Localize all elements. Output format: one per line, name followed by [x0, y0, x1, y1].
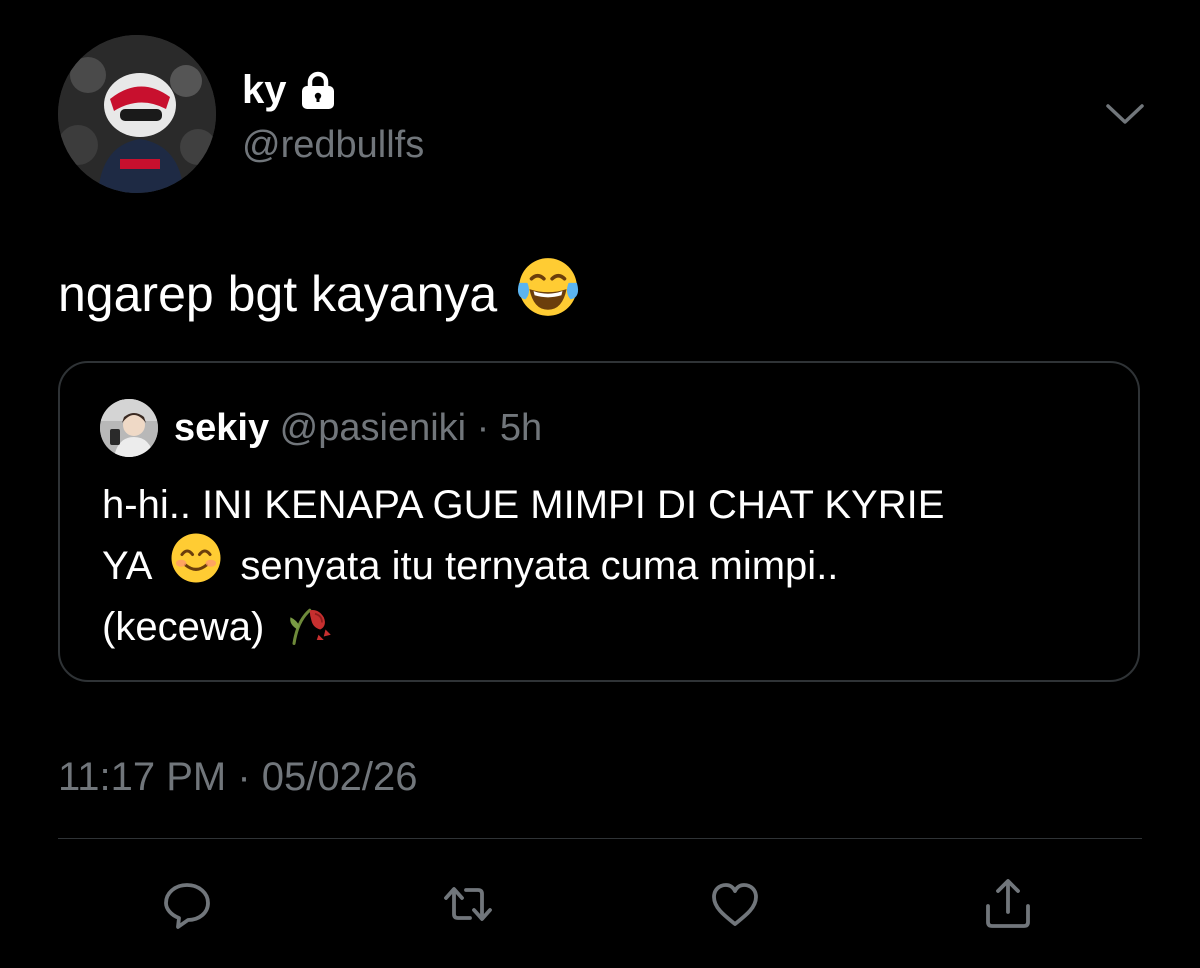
lock-icon — [301, 71, 335, 109]
retweet-button[interactable] — [440, 876, 496, 932]
quoted-text-line: h-hi.. INI KENAPA GUE MIMPI DI CHAT KYRI… — [102, 475, 1102, 536]
reply-button[interactable] — [159, 876, 215, 932]
wilted-flower-emoji — [280, 591, 336, 665]
quoted-separator: · — [476, 407, 490, 449]
face-with-tears-of-joy-emoji — [515, 254, 581, 334]
quoted-time: 5h — [499, 407, 543, 449]
quoted-text-segment: senyata itu ternyata cuma mimpi.. — [240, 544, 839, 588]
profile-photo — [100, 399, 158, 457]
quoted-text-line: YA senyata itu ternyata cuma mimpi.. — [102, 533, 1102, 597]
quoted-text-segment: YA — [102, 544, 153, 588]
speech-bubble-icon — [164, 883, 210, 929]
quoted-author-handle[interactable]: @pasieniki — [280, 407, 466, 449]
heart-icon — [712, 883, 758, 926]
quoted-tweet-card[interactable]: sekiy @pasieniki · 5h h-hi.. INI KENAPA … — [58, 361, 1140, 682]
author-handle[interactable]: @redbullfs — [242, 122, 424, 168]
quoted-author-name[interactable]: sekiy — [174, 407, 269, 449]
share-icon — [986, 879, 1030, 928]
tweet-timestamp[interactable]: 11:17 PM · 05/02/26 — [58, 752, 418, 802]
author-name-text: ky — [242, 68, 287, 112]
divider — [58, 838, 1142, 839]
like-button[interactable] — [707, 876, 763, 932]
smiling-face-with-smiling-eyes-emoji — [168, 530, 224, 604]
quoted-author-avatar[interactable] — [100, 399, 158, 457]
profile-photo — [58, 35, 216, 193]
share-button[interactable] — [980, 876, 1036, 932]
quoted-tweet-text: h-hi.. INI KENAPA GUE MIMPI DI CHAT KYRI… — [102, 475, 1102, 658]
author-display-name[interactable]: ky — [242, 66, 335, 114]
chevron-down-icon[interactable] — [1104, 98, 1146, 128]
quoted-text-segment: h-hi.. INI KENAPA GUE MIMPI DI CHAT KYRI… — [102, 483, 945, 527]
quoted-tweet-header: sekiy @pasieniki · 5h — [174, 405, 542, 451]
quoted-text-segment: (kecewa) — [102, 605, 265, 649]
author-avatar[interactable] — [58, 35, 216, 193]
tweet-text-content: ngarep bgt kayanya — [58, 266, 498, 322]
retweet-icon — [444, 887, 492, 921]
tweet-text: ngarep bgt kayanya — [58, 254, 581, 334]
quoted-text-line: (kecewa) — [102, 597, 1102, 658]
